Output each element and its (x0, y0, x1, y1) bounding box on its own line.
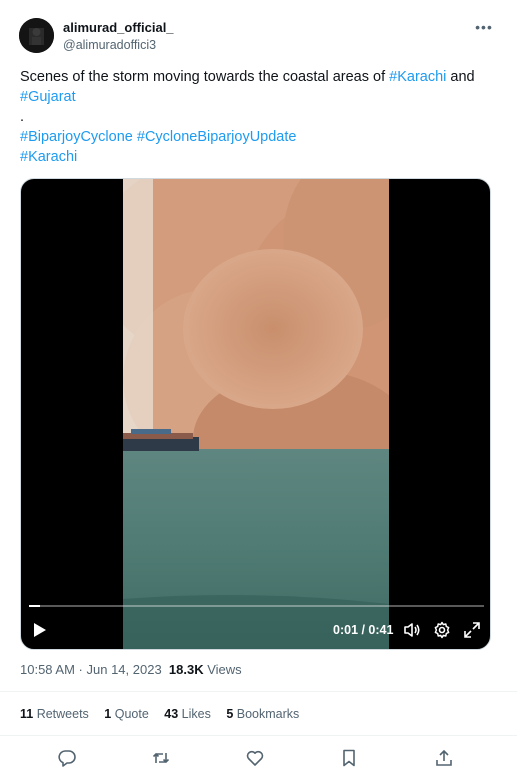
reply-icon[interactable] (57, 748, 77, 768)
views-count: 18.3K (168, 662, 204, 677)
tweet-meta: 10:58 AM · Jun 14, 2023 18.3K Views (20, 662, 242, 677)
quotes-label: Quote (111, 707, 149, 721)
author-handle[interactable]: @alimuradoffici3 (63, 38, 156, 52)
author-name[interactable]: alimurad_official_ (63, 20, 174, 35)
tweet-text-segment: Scenes of the storm moving towards the c… (20, 69, 390, 85)
likes-stat[interactable]: 43 Likes (164, 707, 211, 721)
views-label: Views (203, 662, 242, 677)
bookmark-icon[interactable] (339, 748, 359, 768)
hashtag-link[interactable]: #Karachi (20, 149, 77, 165)
retweet-icon[interactable] (151, 748, 171, 768)
retweets-label: Retweets (33, 707, 89, 721)
video-progress-fill (29, 605, 40, 607)
avatar[interactable] (19, 18, 54, 53)
retweets-stat[interactable]: 11 Retweets (20, 707, 89, 721)
video-frame[interactable] (123, 179, 389, 649)
bookmarks-label: Bookmarks (233, 707, 300, 721)
video-timestamp: 0:01 / 0:41 (333, 623, 394, 637)
likes-label: Likes (178, 707, 211, 721)
hashtag-link[interactable]: #Karachi (389, 69, 446, 85)
fullscreen-icon[interactable] (462, 620, 482, 640)
tweet-time[interactable]: 10:58 AM (20, 662, 75, 677)
bookmarks-stat[interactable]: 5 Bookmarks (226, 707, 299, 721)
like-icon[interactable] (245, 748, 265, 768)
video-progress-bar[interactable] (29, 605, 484, 607)
hashtag-link[interactable]: #Gujarat (20, 89, 76, 105)
engagement-stats: 11 Retweets 1 Quote 43 Likes 5 Bookmarks (20, 707, 311, 721)
tweet: alimurad_official_ @alimuradoffici3 ••• … (0, 0, 517, 778)
play-icon[interactable] (31, 620, 49, 640)
meta-separator: · (74, 662, 87, 677)
volume-icon[interactable] (402, 620, 422, 640)
divider (0, 691, 517, 692)
quotes-stat[interactable]: 1 Quote (104, 707, 148, 721)
tweet-date[interactable]: Jun 14, 2023 (87, 662, 162, 677)
hashtag-link[interactable]: #CycloneBiparjoyUpdate (137, 129, 297, 145)
tweet-text-segment: . (20, 109, 25, 125)
hashtag-link[interactable]: #BiparjoyCyclone (20, 129, 133, 145)
retweets-count: 11 (20, 707, 34, 721)
likes-count: 43 (164, 707, 179, 721)
divider (0, 735, 517, 736)
gear-icon[interactable] (432, 620, 452, 640)
video-player[interactable]: 0:01 / 0:41 (20, 178, 491, 650)
tweet-text-segment: and (446, 69, 475, 85)
share-icon[interactable] (434, 748, 454, 768)
more-horizontal-icon[interactable]: ••• (474, 18, 494, 38)
tweet-text: Scenes of the storm moving towards the c… (20, 67, 490, 167)
